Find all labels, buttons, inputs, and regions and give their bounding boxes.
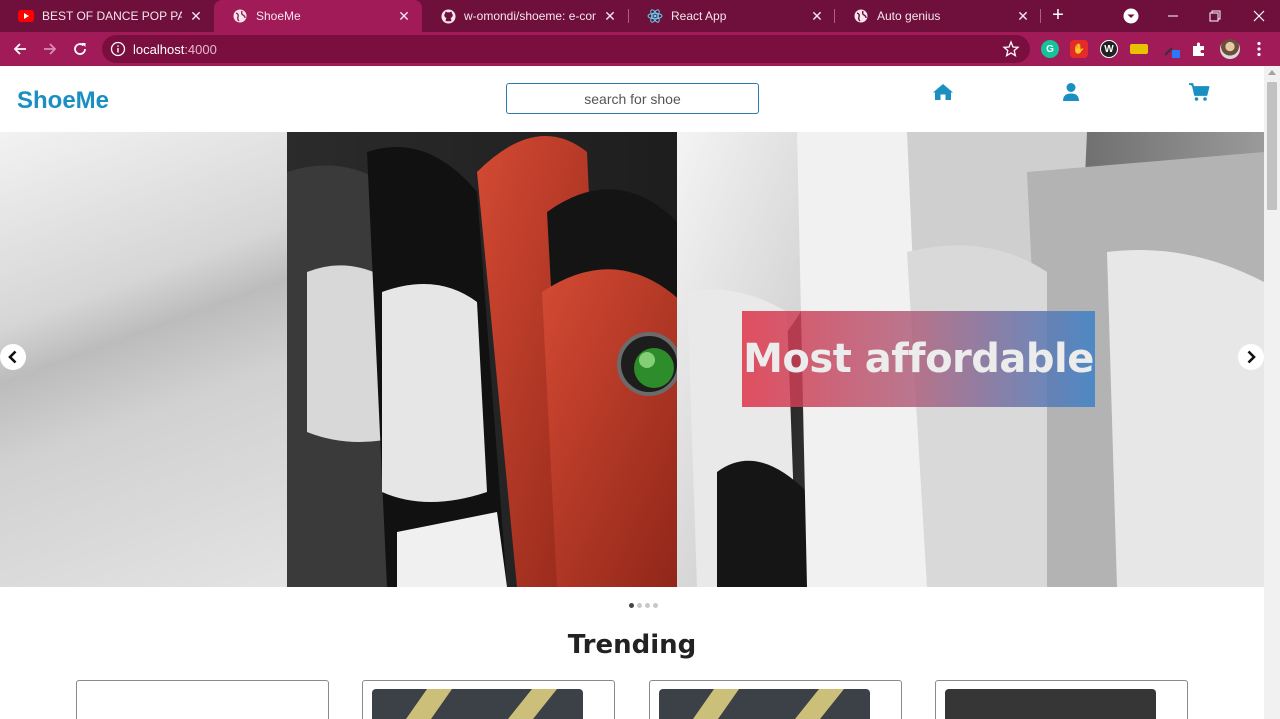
hero-carousel[interactable]: Most affordable	[0, 132, 1264, 587]
close-icon[interactable]: ✕	[188, 8, 204, 24]
tab-title: Auto genius	[877, 9, 941, 23]
product-card[interactable]	[649, 680, 902, 719]
forward-button[interactable]	[38, 37, 62, 61]
arrow-left-icon	[13, 43, 26, 55]
close-icon[interactable]: ✕	[602, 8, 618, 24]
close-icon[interactable]: ✕	[809, 8, 825, 24]
search-input[interactable]	[506, 83, 759, 114]
web-page: ShoeMe search for shoe Most affordable T…	[0, 66, 1264, 719]
puzzle-icon[interactable]	[1190, 40, 1208, 58]
star-icon[interactable]	[1002, 40, 1020, 58]
reload-icon	[74, 43, 86, 55]
slide-caption-text: Most affordable	[743, 336, 1094, 382]
shield-extension-icon[interactable]: ✋	[1070, 40, 1088, 58]
reload-button[interactable]	[68, 37, 92, 61]
carousel-dot[interactable]	[637, 603, 642, 608]
product-image	[945, 689, 1156, 719]
chevron-right-icon	[1247, 350, 1256, 364]
arrow-right-icon	[44, 43, 57, 55]
tab-title: w-omondi/shoeme: e-comme	[464, 9, 596, 23]
tab-title: BEST OF DANCE POP PARTY M	[42, 9, 182, 23]
tab-search-button[interactable]	[1110, 0, 1152, 32]
tab-github[interactable]: w-omondi/shoeme: e-comme ✕	[422, 0, 628, 32]
trending-heading: Trending	[567, 630, 697, 660]
youtube-icon	[18, 8, 34, 24]
tab-separator	[1040, 9, 1041, 23]
back-button[interactable]	[8, 37, 32, 61]
minimize-button[interactable]	[1152, 0, 1194, 32]
carousel-prev-button[interactable]	[0, 344, 26, 370]
chevron-down-icon	[1123, 8, 1139, 24]
close-icon[interactable]: ✕	[396, 8, 412, 24]
tab-title: ShoeMe	[256, 9, 301, 23]
close-window-button[interactable]	[1238, 0, 1280, 32]
globe-icon	[232, 8, 248, 24]
avatar[interactable]	[1220, 39, 1240, 59]
address-bar[interactable]: localhost:4000	[102, 35, 1030, 63]
browser-toolbar: localhost:4000 G ✋ W	[0, 32, 1280, 66]
user-icon[interactable]	[1061, 82, 1083, 104]
close-icon[interactable]: ✕	[1015, 8, 1031, 24]
scrollbar-thumb[interactable]	[1267, 82, 1277, 210]
product-card[interactable]	[935, 680, 1188, 719]
home-icon[interactable]	[932, 82, 954, 104]
page-scrollbar[interactable]	[1264, 66, 1280, 719]
eyedropper-extension-icon[interactable]	[1162, 40, 1180, 58]
tab-title: React App	[671, 9, 727, 23]
chevron-left-icon	[8, 350, 17, 364]
carousel-dot[interactable]	[645, 603, 650, 608]
carousel-indicators	[629, 603, 658, 608]
slide-caption: Most affordable	[742, 311, 1095, 407]
tab-auto-genius[interactable]: Auto genius ✕	[835, 0, 1041, 32]
react-icon	[647, 8, 663, 24]
url-text: localhost:4000	[133, 42, 217, 57]
product-card[interactable]	[76, 680, 329, 719]
carousel-dot[interactable]	[653, 603, 658, 608]
ruler-extension-icon[interactable]	[1130, 44, 1148, 54]
scroll-up-arrow[interactable]	[1268, 70, 1276, 75]
info-icon[interactable]	[110, 41, 126, 57]
site-logo[interactable]: ShoeMe	[17, 87, 109, 115]
site-header: ShoeMe	[0, 66, 1264, 132]
product-card[interactable]	[362, 680, 615, 719]
new-tab-button[interactable]: +	[1046, 4, 1070, 28]
carousel-next-button[interactable]	[1238, 344, 1264, 370]
url-port: :4000	[184, 42, 217, 57]
restore-button[interactable]	[1194, 0, 1236, 32]
kebab-menu-icon[interactable]	[1250, 40, 1268, 58]
product-image	[372, 689, 583, 719]
tab-react-app[interactable]: React App ✕	[629, 0, 835, 32]
grammarly-icon[interactable]: G	[1041, 40, 1059, 58]
cart-icon[interactable]	[1188, 82, 1210, 104]
tab-youtube[interactable]: BEST OF DANCE POP PARTY M ✕	[0, 0, 214, 32]
github-icon	[440, 8, 456, 24]
wappalyzer-icon[interactable]: W	[1100, 40, 1118, 58]
tab-shoeme[interactable]: ShoeMe ✕	[214, 0, 422, 32]
previous-slide-image	[0, 132, 287, 587]
browser-tab-strip: BEST OF DANCE POP PARTY M ✕ ShoeMe ✕ w-o…	[0, 0, 1280, 32]
carousel-dot[interactable]	[629, 603, 634, 608]
globe-icon	[853, 8, 869, 24]
product-image	[659, 689, 870, 719]
url-host: localhost	[133, 42, 185, 57]
